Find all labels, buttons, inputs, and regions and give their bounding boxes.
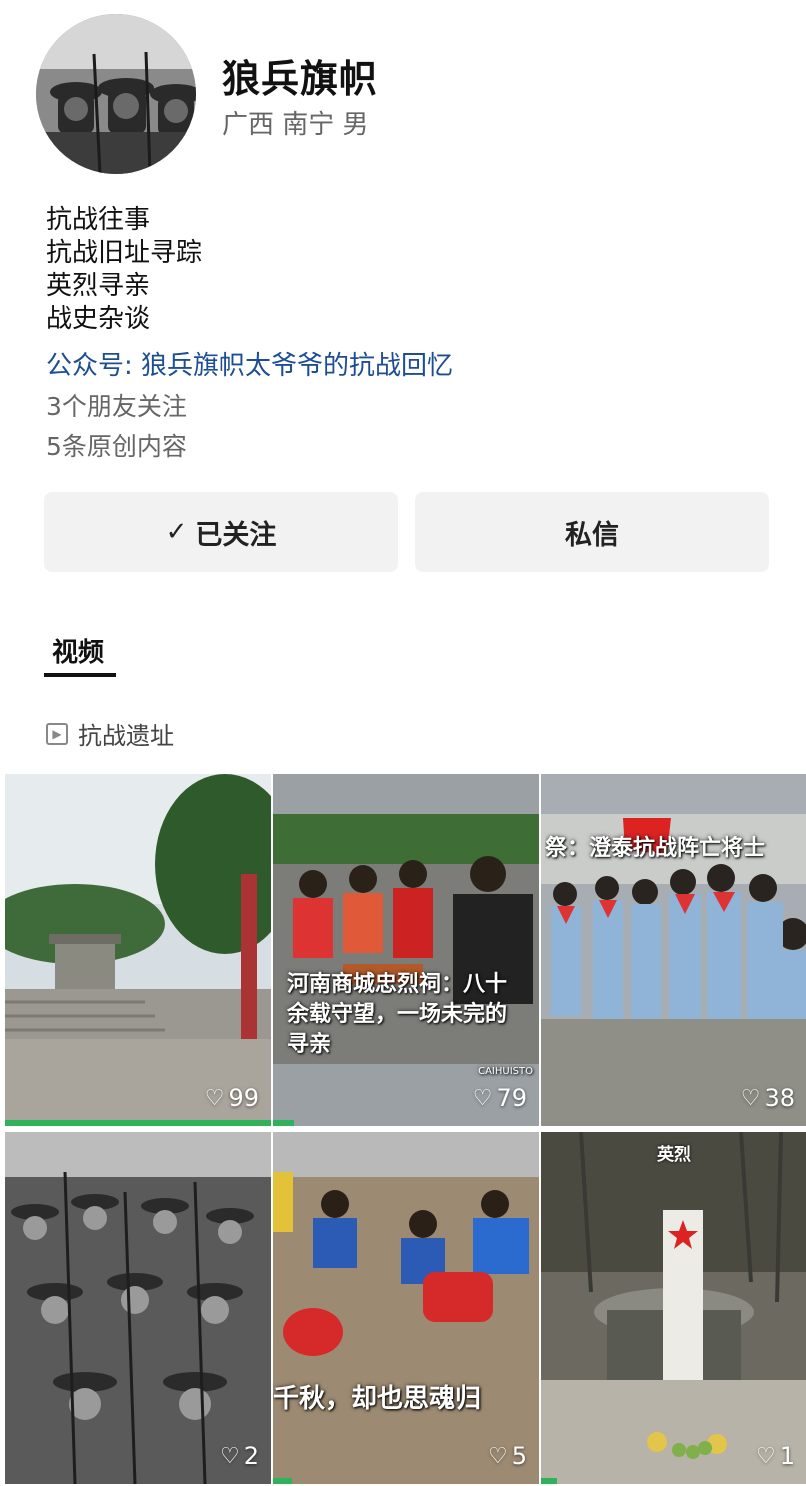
heart-icon: ♡ bbox=[740, 1085, 761, 1111]
message-label: 私信 bbox=[565, 519, 619, 551]
like-count: ♡ 79 bbox=[472, 1084, 527, 1112]
video-tag: 英烈 bbox=[657, 1145, 691, 1165]
friends-following[interactable]: 3个朋友关注 bbox=[46, 387, 187, 423]
collection-label: 抗战遗址 bbox=[78, 722, 174, 750]
tab-videos[interactable]: 视频 bbox=[52, 632, 104, 669]
followed-button[interactable]: ✓ 已关注 bbox=[44, 492, 398, 572]
official-account-link[interactable]: 公众号: 狼兵旗帜太爷爷的抗战回忆 bbox=[46, 345, 453, 382]
tab-indicator bbox=[44, 673, 116, 677]
heart-icon: ♡ bbox=[472, 1085, 493, 1111]
heart-icon: ♡ bbox=[219, 1443, 240, 1469]
profile-name: 狼兵旗帜 bbox=[222, 57, 379, 101]
heart-icon: ♡ bbox=[204, 1085, 225, 1111]
collection-item[interactable]: ▶ 抗战遗址 bbox=[46, 716, 174, 751]
progress-bar bbox=[5, 1120, 271, 1126]
video-thumbnail[interactable]: 英烈 ♡ 1 bbox=[541, 1132, 806, 1484]
play-collection-icon: ▶ bbox=[46, 722, 68, 745]
message-button[interactable]: 私信 bbox=[415, 492, 769, 572]
video-caption: 祭：澄泰抗战阵亡将士 bbox=[545, 836, 766, 861]
like-count: ♡ 1 bbox=[755, 1442, 795, 1470]
like-count: ♡ 38 bbox=[740, 1084, 795, 1112]
video-watermark: CAIHUISTO bbox=[478, 1066, 533, 1077]
bio-line: 抗战旧址寻踪 bbox=[46, 238, 203, 268]
followed-label: 已关注 bbox=[195, 519, 277, 551]
video-thumbnail[interactable]: ♡ 99 bbox=[5, 774, 271, 1126]
avatar[interactable] bbox=[36, 14, 196, 174]
video-thumbnail[interactable]: 河南商城忠烈祠：八十余载守望，一场未完的寻亲 CAIHUISTO ♡ 79 bbox=[273, 774, 539, 1126]
profile-bio: 抗战往事 抗战旧址寻踪 英烈寻亲 战史杂谈 bbox=[46, 204, 202, 336]
progress-bar bbox=[541, 1478, 557, 1484]
bio-line: 战史杂谈 bbox=[46, 304, 151, 334]
original-content-count: 5条原创内容 bbox=[46, 432, 187, 461]
progress-bar bbox=[273, 1478, 292, 1484]
profile-location: 广西 南宁 男 bbox=[222, 110, 369, 140]
check-icon: ✓ bbox=[165, 517, 188, 547]
like-count: ♡ 2 bbox=[219, 1442, 259, 1470]
video-caption: 河南商城忠烈祠：八十余载守望，一场未完的寻亲 bbox=[287, 972, 508, 1057]
bio-line: 抗战往事 bbox=[46, 205, 151, 235]
bio-line: 英烈寻亲 bbox=[46, 271, 151, 301]
video-caption: 千秋，却也思魂归 bbox=[273, 1384, 482, 1414]
video-thumbnail[interactable]: 祭：澄泰抗战阵亡将士 ♡ 38 bbox=[541, 774, 806, 1126]
video-thumbnail[interactable]: 千秋，却也思魂归 ♡ 5 bbox=[273, 1132, 539, 1484]
heart-icon: ♡ bbox=[487, 1443, 508, 1469]
progress-bar bbox=[273, 1120, 295, 1126]
like-count: ♡ 5 bbox=[487, 1442, 527, 1470]
like-count: ♡ 99 bbox=[204, 1084, 259, 1112]
heart-icon: ♡ bbox=[755, 1443, 776, 1469]
video-thumbnail[interactable]: ♡ 2 bbox=[5, 1132, 271, 1484]
